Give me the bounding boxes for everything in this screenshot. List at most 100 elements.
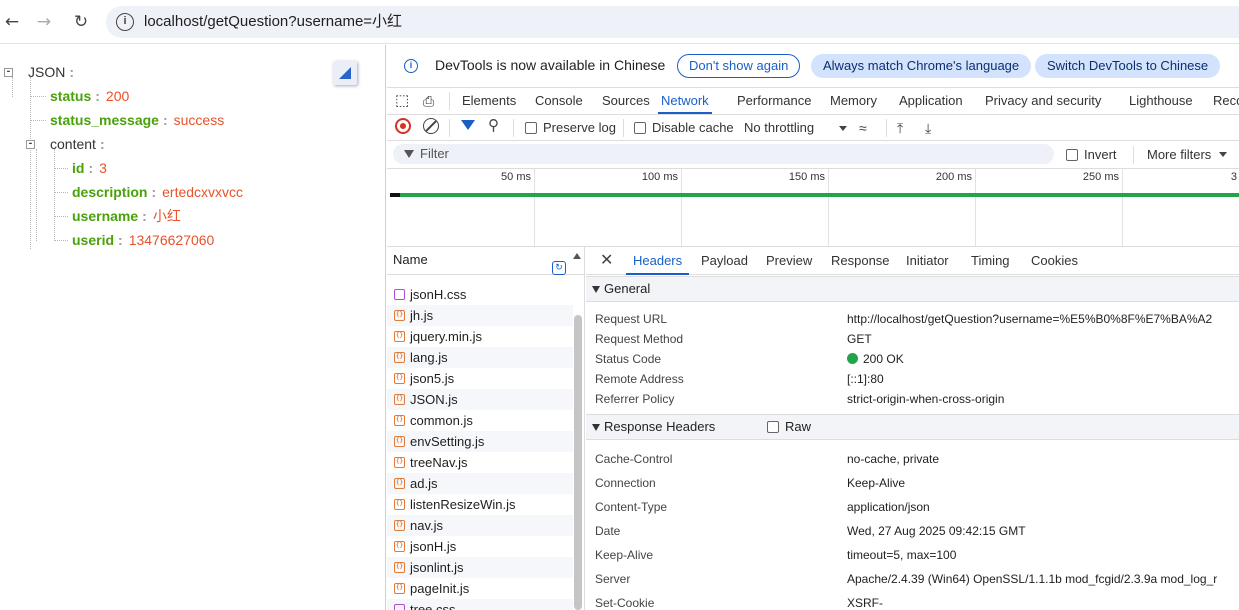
- network-overview-timeline[interactable]: 50 ms 100 ms 150 ms 200 ms 250 ms 3: [387, 169, 1239, 247]
- request-row[interactable]: {} common.js: [387, 410, 573, 431]
- invert-checkbox[interactable]: Invert: [1066, 146, 1117, 164]
- throttling-select[interactable]: No throttling: [744, 119, 847, 137]
- tab-console[interactable]: Console: [535, 88, 583, 114]
- collapse-toggle-icon[interactable]: [333, 61, 357, 85]
- sort-up-icon[interactable]: [573, 253, 581, 259]
- more-filters-dropdown[interactable]: More filters: [1147, 146, 1227, 164]
- inspect-element-icon[interactable]: ⬚: [395, 88, 409, 114]
- json-key: id: [72, 160, 85, 176]
- tab-headers[interactable]: Headers: [626, 247, 690, 275]
- import-har-icon[interactable]: ⤒: [897, 119, 903, 137]
- request-name: lang.js: [410, 350, 448, 365]
- timeline-tick-label: 100 ms: [641, 171, 678, 183]
- tab-lighthouse[interactable]: Lighthouse: [1129, 88, 1193, 114]
- refresh-icon[interactable]: ↻: [552, 261, 566, 275]
- tab-memory[interactable]: Memory: [830, 88, 877, 114]
- dont-show-again-button[interactable]: Don't show again: [677, 54, 801, 78]
- back-icon[interactable]: ←: [0, 10, 24, 34]
- device-toolbar-icon[interactable]: ⎙: [423, 88, 434, 114]
- tab-recorder[interactable]: Reco: [1213, 88, 1239, 114]
- collapse-root-icon[interactable]: -: [4, 68, 13, 77]
- tab-response[interactable]: Response: [831, 247, 890, 275]
- site-info-icon[interactable]: i: [116, 13, 134, 31]
- network-toolbar: ⚲ Preserve log Disable cache No throttli…: [387, 115, 1239, 141]
- tab-cookies[interactable]: Cookies: [1031, 247, 1078, 275]
- tab-privacy-security[interactable]: Privacy and security: [985, 88, 1101, 114]
- disable-cache-label: Disable cache: [652, 120, 734, 135]
- match-language-button[interactable]: Always match Chrome's language: [811, 54, 1032, 78]
- preserve-log-label: Preserve log: [543, 120, 616, 135]
- scrollbar-thumb[interactable]: [574, 315, 582, 610]
- json-row-description: description: ertedcxvxvcc: [72, 182, 243, 202]
- filter-icon[interactable]: [461, 120, 475, 130]
- request-row[interactable]: {} JSON.js: [387, 389, 573, 410]
- request-row[interactable]: {} jquery.min.js: [387, 326, 573, 347]
- js-file-icon: {}: [394, 331, 405, 342]
- tree-guide: [30, 77, 31, 249]
- switch-language-button[interactable]: Switch DevTools to Chinese: [1035, 54, 1221, 78]
- json-value: success: [173, 112, 225, 128]
- address-url[interactable]: localhost/getQuestion?username=小红: [144, 12, 402, 32]
- request-row[interactable]: {} jsonlint.js: [387, 557, 573, 578]
- request-name: nav.js: [410, 518, 443, 533]
- request-row[interactable]: {} ad.js: [387, 473, 573, 494]
- filter-input[interactable]: Filter: [393, 144, 1054, 164]
- record-icon[interactable]: [395, 118, 411, 134]
- timeline-request-bar: [390, 193, 1239, 197]
- clear-icon[interactable]: [423, 118, 439, 134]
- header-value: XSRF-: [847, 596, 883, 610]
- tab-elements[interactable]: Elements: [462, 88, 516, 114]
- response-headers-section-header[interactable]: Response Headers Raw: [586, 414, 1239, 440]
- disable-cache-checkbox[interactable]: Disable cache: [634, 119, 734, 137]
- export-har-icon[interactable]: ⤓: [925, 119, 931, 137]
- request-row[interactable]: tree.css: [387, 599, 573, 610]
- json-row-status: status:200: [50, 86, 129, 106]
- js-file-icon: {}: [394, 583, 405, 594]
- tab-performance[interactable]: Performance: [737, 88, 811, 114]
- tab-payload[interactable]: Payload: [701, 247, 748, 275]
- header-value: application/json: [847, 500, 930, 514]
- tab-sources[interactable]: Sources: [602, 88, 650, 114]
- js-file-icon: {}: [394, 520, 405, 531]
- request-row[interactable]: {} jsonH.js: [387, 536, 573, 557]
- tree-guide: [54, 192, 68, 193]
- preserve-log-checkbox[interactable]: Preserve log: [525, 119, 616, 137]
- request-row[interactable]: {} json5.js: [387, 368, 573, 389]
- throttling-value: No throttling: [744, 120, 815, 135]
- request-row[interactable]: jsonH.css: [387, 284, 573, 305]
- timeline-gridline: [681, 169, 682, 246]
- request-row[interactable]: {} pageInit.js: [387, 578, 573, 599]
- json-colon: :: [95, 88, 100, 104]
- header-value: [::1]:80: [847, 372, 884, 386]
- tab-network[interactable]: Network: [658, 88, 712, 114]
- tab-application[interactable]: Application: [899, 88, 963, 114]
- general-section-header[interactable]: General: [586, 276, 1239, 302]
- reload-icon[interactable]: ↻: [69, 10, 93, 34]
- collapse-content-icon[interactable]: -: [26, 140, 35, 149]
- tree-guide: [54, 240, 68, 241]
- raw-checkbox[interactable]: Raw: [767, 415, 811, 439]
- request-row[interactable]: {} nav.js: [387, 515, 573, 536]
- timeline-tick-label: 150 ms: [788, 171, 825, 183]
- header-value: Wed, 27 Aug 2025 09:42:15 GMT: [847, 524, 1026, 538]
- banner-text: DevTools is now available in Chinese: [435, 57, 666, 73]
- address-bar[interactable]: i localhost/getQuestion?username=小红: [106, 6, 1239, 38]
- tree-guide: [54, 216, 68, 217]
- close-icon[interactable]: ✕: [600, 247, 613, 275]
- search-icon[interactable]: ⚲: [488, 117, 499, 135]
- header-key: Server: [595, 572, 631, 586]
- tab-timing[interactable]: Timing: [971, 247, 1010, 275]
- request-row[interactable]: {} envSetting.js: [387, 431, 573, 452]
- request-row[interactable]: {} lang.js: [387, 347, 573, 368]
- request-row[interactable]: {} treeNav.js: [387, 452, 573, 473]
- timeline-gridline: [828, 169, 829, 246]
- tab-preview[interactable]: Preview: [766, 247, 812, 275]
- request-name: listenResizeWin.js: [410, 497, 516, 512]
- json-row-username: username: 小红: [72, 206, 181, 226]
- network-conditions-icon[interactable]: ≈: [859, 119, 867, 137]
- request-row[interactable]: {} listenResizeWin.js: [387, 494, 573, 515]
- request-row[interactable]: {} jh.js: [387, 305, 573, 326]
- tab-initiator[interactable]: Initiator: [906, 247, 949, 275]
- name-column-header[interactable]: Name ↻: [387, 247, 584, 275]
- forward-icon[interactable]: →: [32, 10, 56, 34]
